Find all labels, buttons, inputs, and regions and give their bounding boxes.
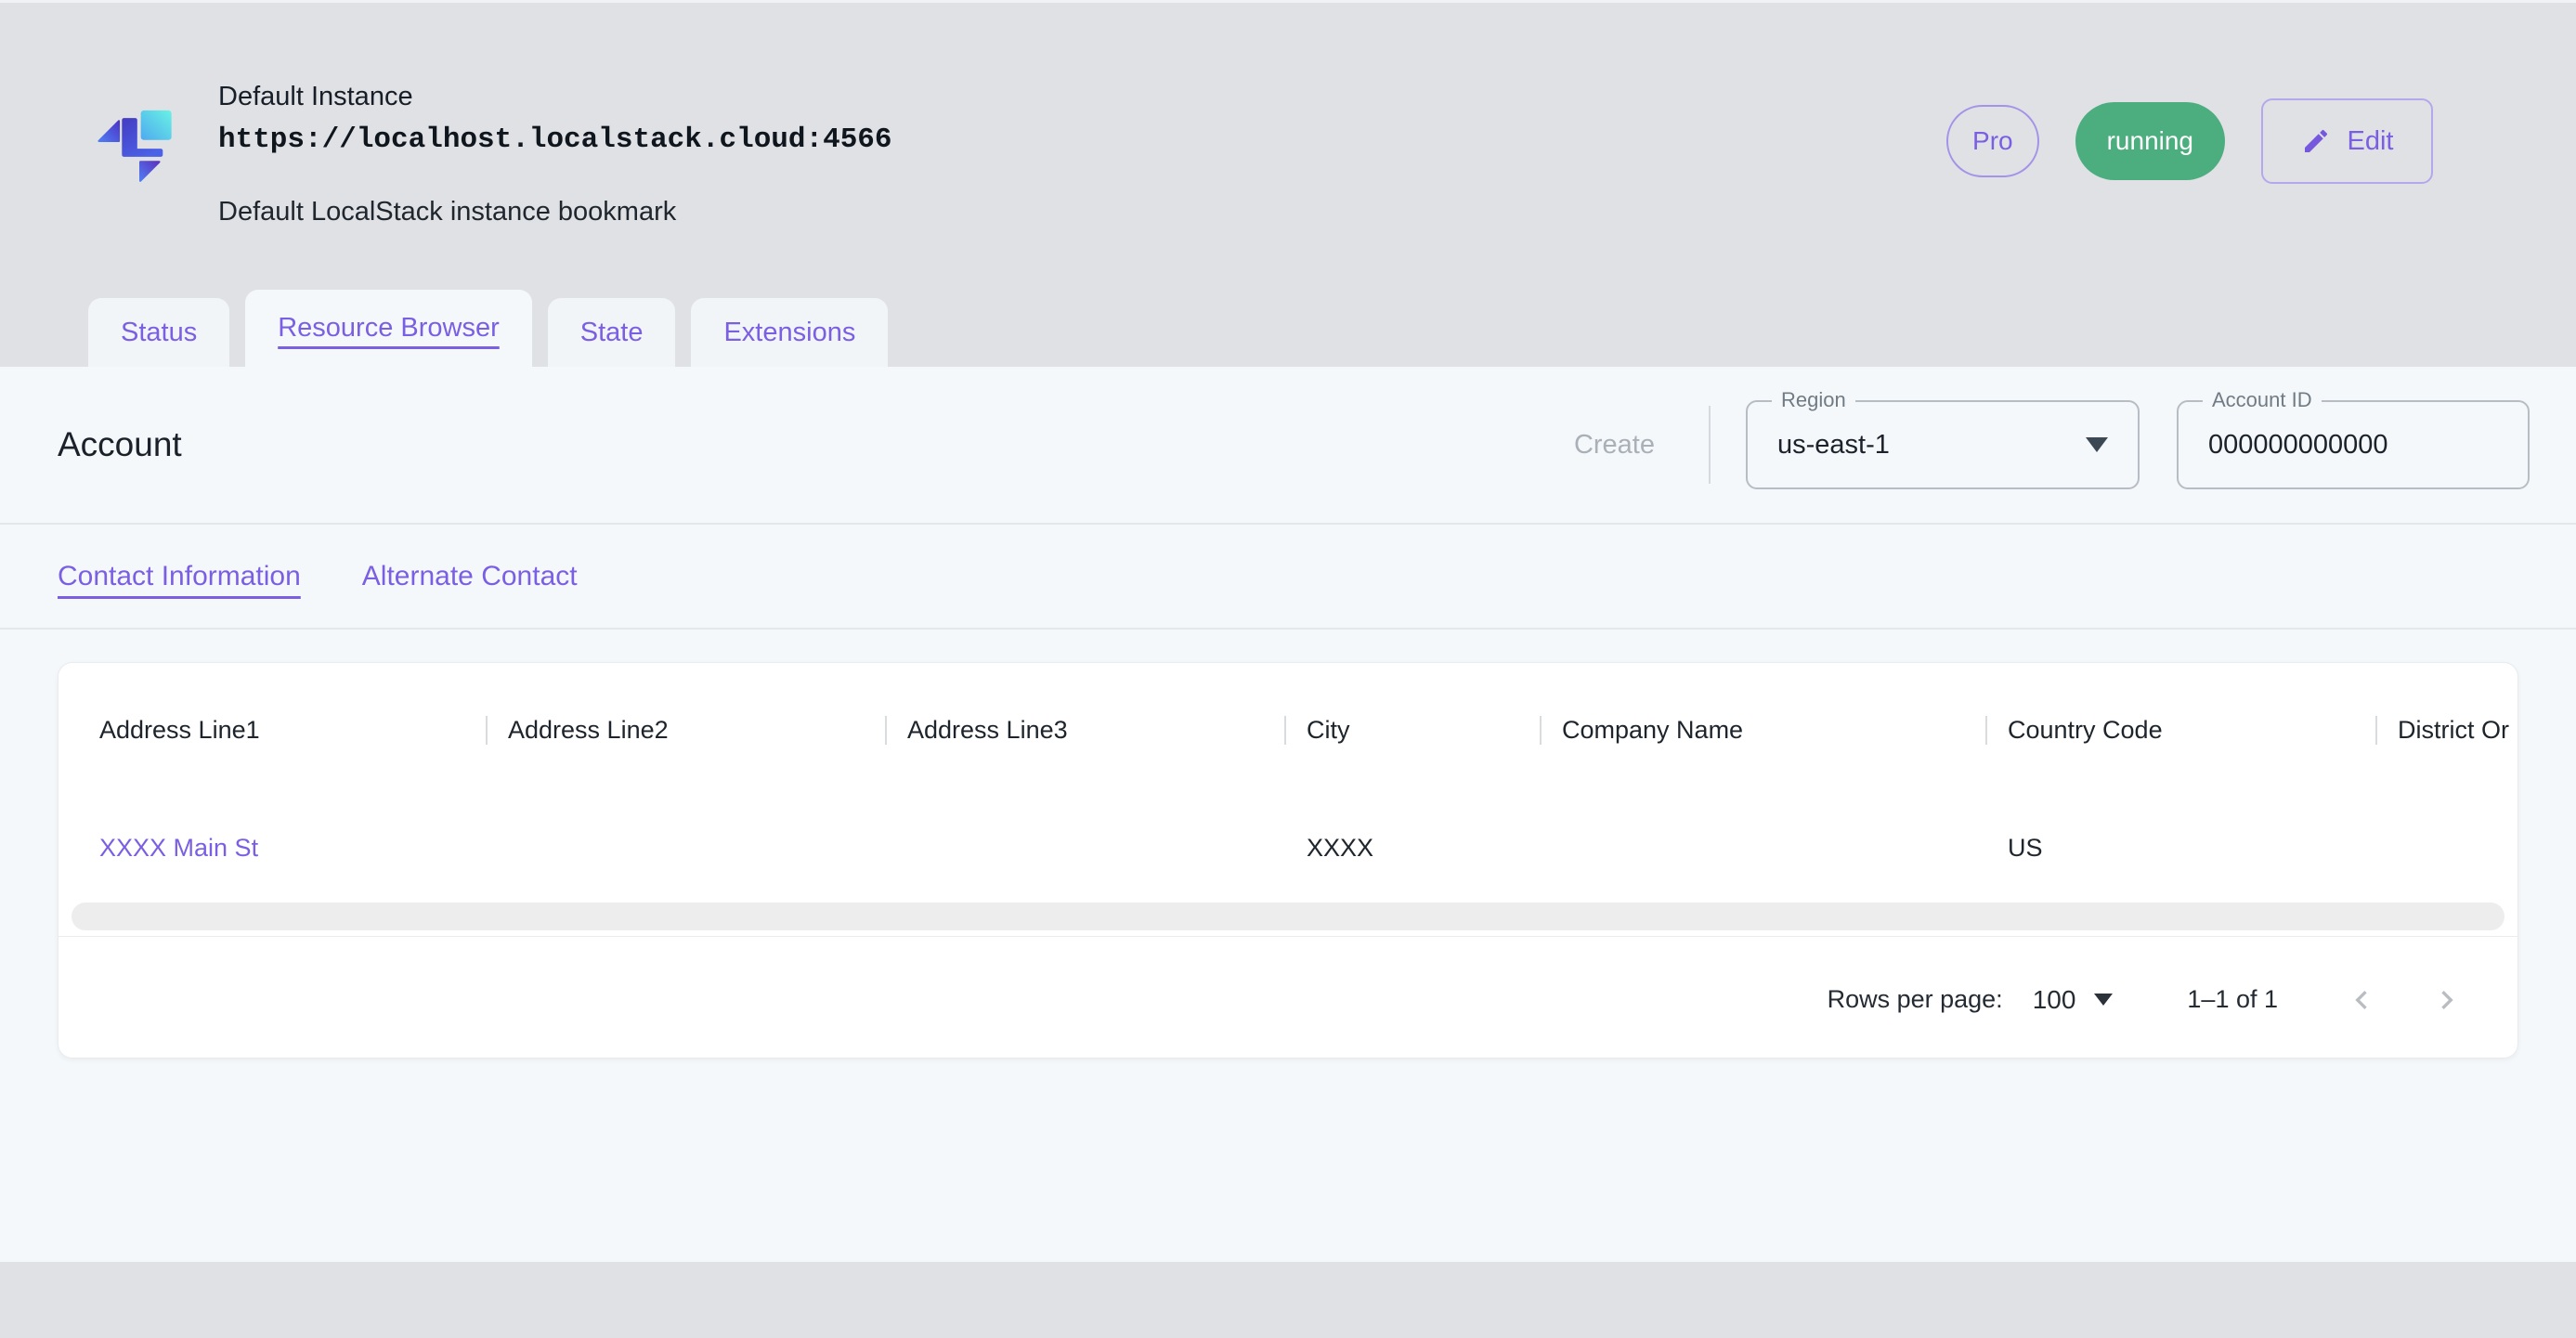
chevron-left-icon xyxy=(2343,981,2380,1019)
table-content-area: Address Line1 Address Line2 Address Line… xyxy=(0,630,2576,1059)
rows-per-page-select[interactable]: 100 xyxy=(2033,985,2114,1015)
tab-state[interactable]: State xyxy=(548,298,676,367)
page-title: Account xyxy=(58,425,182,464)
instance-subtitle: Default LocalStack instance bookmark xyxy=(218,197,892,227)
column-header-country-code[interactable]: Country Code xyxy=(1985,716,2375,745)
toolbar-divider xyxy=(1709,406,1711,484)
cell-country-code: US xyxy=(1985,834,2375,863)
chevron-down-icon xyxy=(2086,437,2108,452)
instance-title: Default Instance xyxy=(218,82,892,112)
instance-header: Default Instance https://localhost.local… xyxy=(0,3,2576,211)
previous-page-button[interactable] xyxy=(2339,978,2384,1022)
column-header-address-line2[interactable]: Address Line2 xyxy=(486,716,885,745)
status-badge: running xyxy=(2075,102,2225,180)
rows-per-page-label: Rows per page: xyxy=(1828,985,2003,1014)
region-select-value: us-east-1 xyxy=(1777,430,1890,461)
instance-url: https://localhost.localstack.cloud:4566 xyxy=(218,123,892,156)
region-select[interactable]: Region us-east-1 xyxy=(1746,400,2140,489)
cell-address-line1-link[interactable]: XXXX Main St xyxy=(77,834,486,863)
instance-info: Default Instance https://localhost.local… xyxy=(88,82,892,227)
pencil-icon xyxy=(2301,126,2331,156)
account-id-value: 000000000000 xyxy=(2208,430,2388,461)
pro-badge: Pro xyxy=(1946,105,2039,177)
tab-extensions[interactable]: Extensions xyxy=(691,298,888,367)
horizontal-scrollbar-thumb[interactable] xyxy=(72,903,2504,930)
tab-status[interactable]: Status xyxy=(88,298,229,367)
region-select-label: Region xyxy=(1772,388,1855,412)
column-header-company-name[interactable]: Company Name xyxy=(1540,716,1985,745)
pagination-range: 1–1 of 1 xyxy=(2187,985,2278,1014)
instance-actions: Pro running Edit xyxy=(1946,98,2433,184)
account-subtab-bar: Contact Information Alternate Contact xyxy=(0,525,2576,628)
column-header-address-line1[interactable]: Address Line1 xyxy=(77,716,486,745)
account-toolbar: Account Create Region us-east-1 Account … xyxy=(0,367,2576,523)
edit-button-label: Edit xyxy=(2348,126,2394,157)
create-button[interactable]: Create xyxy=(1574,430,1655,461)
next-page-button[interactable] xyxy=(2425,978,2469,1022)
column-header-district[interactable]: District Or xyxy=(2375,716,2517,745)
table-row[interactable]: XXXX Main St XXXX US xyxy=(59,798,2517,898)
column-header-address-line3[interactable]: Address Line3 xyxy=(885,716,1284,745)
tab-resource-browser[interactable]: Resource Browser xyxy=(245,290,532,367)
account-id-field[interactable]: Account ID 000000000000 xyxy=(2177,400,2530,489)
instance-tab-bar: Status Resource Browser State Extensions xyxy=(88,290,2576,367)
contact-information-card: Address Line1 Address Line2 Address Line… xyxy=(58,662,2518,1059)
cell-city: XXXX xyxy=(1284,834,1540,863)
pagination-controls xyxy=(2339,978,2469,1022)
account-id-label: Account ID xyxy=(2203,388,2322,412)
instance-text-block: Default Instance https://localhost.local… xyxy=(218,82,892,227)
subtab-alternate-contact[interactable]: Alternate Contact xyxy=(362,561,578,592)
caret-down-icon xyxy=(2094,994,2113,1006)
edit-button[interactable]: Edit xyxy=(2261,98,2433,184)
chevron-right-icon xyxy=(2428,981,2465,1019)
resource-browser-panel: Account Create Region us-east-1 Account … xyxy=(0,367,2576,1262)
subtab-contact-information[interactable]: Contact Information xyxy=(58,561,301,592)
horizontal-scrollbar xyxy=(72,903,2504,932)
pagination-bar: Rows per page: 100 1–1 of 1 xyxy=(59,937,2517,1059)
rows-per-page-value: 100 xyxy=(2033,985,2076,1015)
table-header-row: Address Line1 Address Line2 Address Line… xyxy=(59,663,2517,798)
localstack-logo-icon xyxy=(88,97,190,199)
column-header-city[interactable]: City xyxy=(1284,716,1540,745)
